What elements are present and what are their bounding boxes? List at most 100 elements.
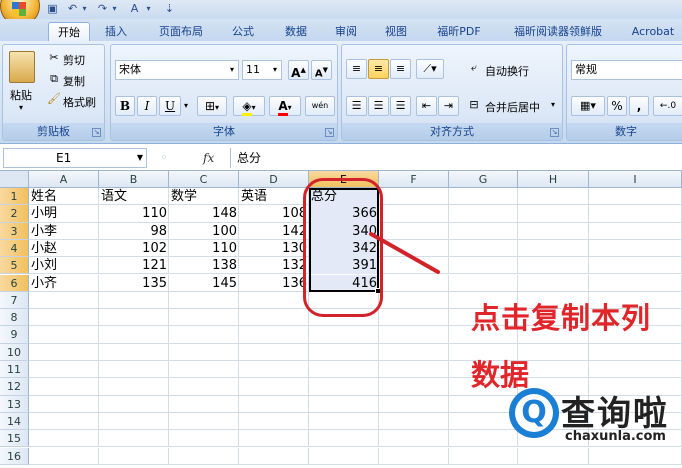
percent-button[interactable]: % [607, 96, 627, 116]
cell[interactable] [589, 205, 682, 223]
cell[interactable] [99, 447, 169, 465]
table-cell[interactable]: 110 [169, 240, 239, 257]
cell[interactable] [29, 447, 99, 465]
cell[interactable] [169, 291, 239, 310]
formula-bar-expand-icon[interactable]: ◦ [152, 149, 176, 167]
row-header[interactable]: 10 [0, 343, 29, 361]
insert-function-button[interactable]: fx [203, 148, 227, 168]
cell[interactable] [99, 326, 169, 344]
copy-button[interactable]: 复制 [63, 73, 85, 89]
cell[interactable] [239, 361, 309, 379]
customize-qat-icon[interactable]: ▾ [142, 2, 155, 15]
table-cell[interactable]: 数学 [169, 188, 239, 205]
cell[interactable] [309, 361, 379, 379]
table-cell[interactable]: 108 [239, 205, 309, 222]
select-all-corner[interactable] [0, 171, 29, 188]
increase-decimal-button[interactable]: ←.0 [653, 96, 682, 116]
align-top-button[interactable]: ≡ [346, 59, 367, 79]
align-right-button[interactable]: ☰ [390, 96, 411, 116]
cell[interactable] [518, 239, 589, 258]
merge-dropdown-icon[interactable]: ▾ [548, 96, 558, 114]
cell[interactable] [449, 188, 518, 206]
column-header[interactable]: H [518, 171, 589, 188]
table-cell[interactable]: 148 [169, 205, 239, 222]
tab-foxit-reader[interactable]: 福昕阅读器领鲜版 [500, 22, 616, 41]
borders-button[interactable]: ⊞▾ [197, 96, 227, 116]
cell[interactable] [99, 430, 169, 448]
copy-icon[interactable]: ⧉ [47, 70, 61, 88]
cell[interactable] [239, 412, 309, 431]
cell[interactable] [169, 343, 239, 361]
accounting-format-button[interactable]: ▦▾ [571, 96, 605, 116]
cell[interactable] [239, 447, 309, 465]
cell[interactable] [169, 361, 239, 379]
cell[interactable] [169, 378, 239, 396]
cell[interactable] [239, 430, 309, 448]
cell[interactable] [99, 309, 169, 327]
more-icon[interactable]: ⇣ [163, 2, 176, 15]
cell[interactable] [239, 343, 309, 361]
table-cell[interactable]: 小齐 [29, 275, 99, 292]
row-header[interactable]: 12 [0, 378, 29, 396]
orientation-button[interactable]: ⟋▾ [416, 59, 444, 79]
cell[interactable] [99, 343, 169, 361]
increase-indent-button[interactable]: ⇥ [438, 96, 459, 116]
cell[interactable] [29, 412, 99, 431]
paste-dropdown-icon[interactable]: ▾ [19, 103, 23, 112]
redo-dropdown-icon[interactable]: ▾ [108, 2, 121, 15]
cell[interactable] [379, 395, 449, 413]
tab-data[interactable]: 数据 [276, 22, 316, 41]
cell[interactable] [379, 447, 449, 465]
row-header[interactable]: 1 [0, 188, 29, 206]
cell[interactable] [309, 412, 379, 431]
cell[interactable] [449, 205, 518, 223]
column-header[interactable]: B [99, 171, 169, 188]
table-cell[interactable]: 语文 [99, 188, 169, 205]
row-header[interactable]: 14 [0, 412, 29, 431]
number-format-select[interactable]: 常规 [571, 60, 682, 80]
clipboard-launcher-icon[interactable]: ↘ [92, 128, 101, 137]
cell[interactable] [29, 430, 99, 448]
cell[interactable] [29, 291, 99, 310]
font-launcher-icon[interactable]: ↘ [325, 128, 334, 137]
cell[interactable] [449, 239, 518, 258]
cell[interactable] [589, 222, 682, 240]
font-color-icon[interactable]: A [128, 2, 141, 15]
cell[interactable] [589, 343, 682, 361]
table-cell[interactable]: 102 [99, 240, 169, 257]
tab-review[interactable]: 审阅 [326, 22, 366, 41]
underline-dropdown-icon[interactable]: ▾ [181, 97, 191, 115]
table-cell[interactable]: 100 [169, 223, 239, 240]
align-left-button[interactable]: ☰ [346, 96, 367, 116]
tab-formulas[interactable]: 公式 [223, 22, 263, 41]
cell[interactable] [99, 395, 169, 413]
cell[interactable] [589, 239, 682, 258]
cell[interactable] [169, 395, 239, 413]
column-header[interactable]: G [449, 171, 518, 188]
cell[interactable] [379, 378, 449, 396]
merge-center-button[interactable]: 合并后居中 [485, 99, 540, 115]
row-header[interactable]: 11 [0, 361, 29, 379]
table-cell[interactable]: 小明 [29, 205, 99, 222]
cell[interactable] [379, 430, 449, 448]
font-name-dropdown-icon[interactable]: ▾ [227, 61, 237, 79]
tab-foxit-pdf[interactable]: 福昕PDF [427, 22, 491, 41]
cell[interactable] [309, 395, 379, 413]
undo-dropdown-icon[interactable]: ▾ [78, 2, 91, 15]
table-cell[interactable]: 姓名 [29, 188, 99, 205]
align-bottom-button[interactable]: ≡ [390, 59, 411, 79]
tab-insert[interactable]: 插入 [97, 22, 135, 41]
row-header[interactable]: 9 [0, 326, 29, 344]
cell[interactable] [169, 430, 239, 448]
row-header[interactable]: 8 [0, 309, 29, 327]
column-header[interactable]: D [239, 171, 309, 188]
cell[interactable] [379, 188, 449, 206]
cell[interactable] [29, 395, 99, 413]
cut-icon[interactable]: ✂ [47, 49, 61, 67]
formula-input[interactable]: 总分 [230, 148, 680, 168]
cell[interactable] [239, 395, 309, 413]
cell[interactable] [29, 343, 99, 361]
cell[interactable] [589, 188, 682, 206]
cut-button[interactable]: 剪切 [63, 52, 85, 68]
paste-button[interactable]: 粘贴 [10, 87, 32, 103]
